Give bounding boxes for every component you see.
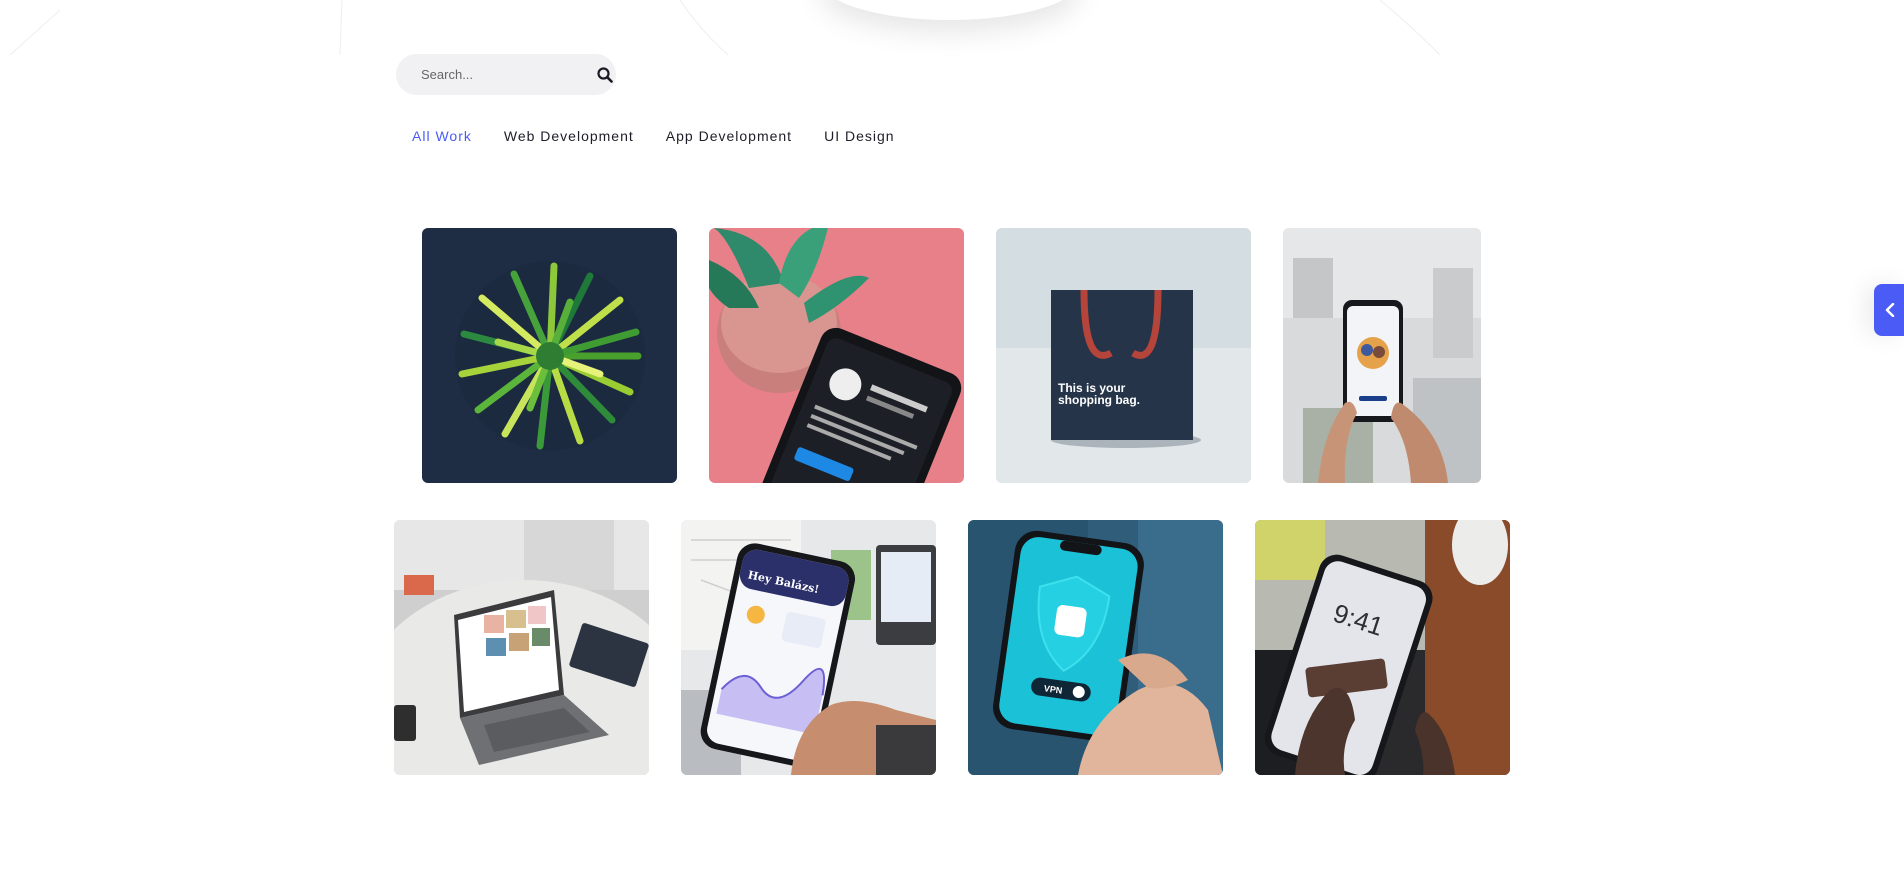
portfolio-item-green-straws[interactable] — [422, 228, 677, 483]
header-decoration — [0, 0, 1904, 60]
search-box — [396, 54, 616, 95]
filter-tab-all-work[interactable]: All Work — [412, 128, 472, 144]
shopping-bag-caption-line2: shopping bag. — [1058, 393, 1140, 407]
laptop-table-image — [394, 520, 649, 775]
search-icon[interactable] — [597, 66, 613, 84]
portfolio-item-vpn-phone[interactable]: VPN — [968, 520, 1223, 775]
filter-tab-ui-design[interactable]: UI Design — [824, 128, 894, 144]
portfolio-filter-tabs: All Work Web Development App Development… — [412, 128, 895, 144]
lockscreen-phone-image: 9:41 — [1255, 520, 1510, 775]
shopping-bag-image — [996, 228, 1251, 483]
portfolio-item-lockscreen-phone[interactable]: 9:41 — [1255, 520, 1510, 775]
chevron-left-icon — [1885, 303, 1895, 317]
portfolio-item-shopping-bag[interactable]: This is your shopping bag. — [996, 228, 1251, 483]
vpn-phone-image: VPN — [968, 520, 1223, 775]
header-shadow — [820, 0, 1080, 20]
portfolio-item-laptop-on-table[interactable] — [394, 520, 649, 775]
filter-tab-app-development[interactable]: App Development — [666, 128, 792, 144]
green-straws-image — [422, 228, 677, 483]
weather-app-image: Hey Balázs! — [681, 520, 936, 775]
portfolio-item-phone-with-plant[interactable] — [709, 228, 964, 483]
phone-plant-image — [709, 228, 964, 483]
portfolio-item-hands-holding-phone[interactable] — [1283, 228, 1481, 483]
filter-tab-web-development[interactable]: Web Development — [504, 128, 634, 144]
portfolio-item-weather-app-phone[interactable]: Hey Balázs! — [681, 520, 936, 775]
side-panel-toggle[interactable] — [1874, 284, 1904, 336]
search-input[interactable] — [421, 67, 597, 82]
shopping-bag-caption: This is your shopping bag. — [1058, 382, 1140, 406]
hands-phone-image — [1283, 228, 1481, 483]
